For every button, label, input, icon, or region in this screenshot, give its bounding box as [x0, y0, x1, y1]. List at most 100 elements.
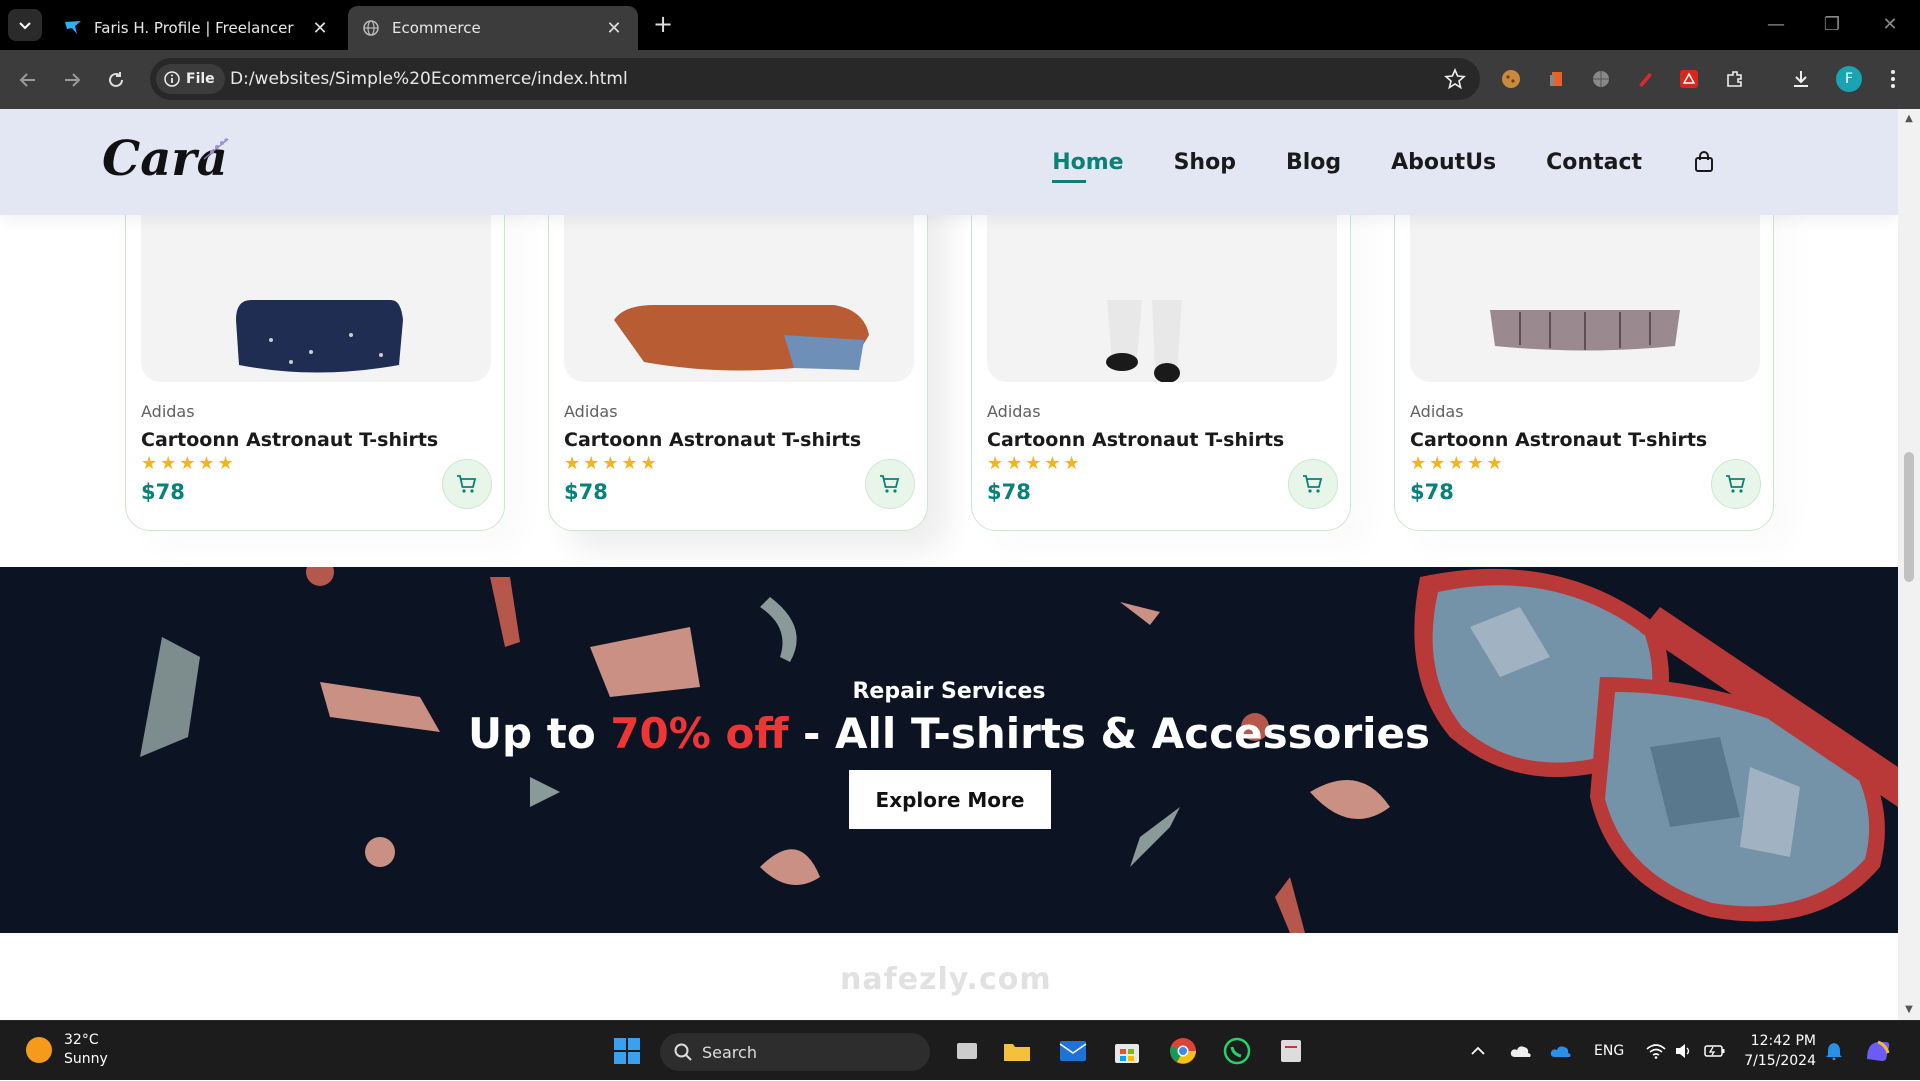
extension-icon[interactable] — [1544, 66, 1570, 92]
taskbar-search[interactable]: Search — [660, 1033, 930, 1071]
system-clock[interactable]: 12:42 PM 7/15/2024 — [1742, 1031, 1816, 1071]
cloud-icon[interactable] — [1510, 1021, 1532, 1081]
show-hidden-icons[interactable] — [1470, 1021, 1486, 1081]
reload-button[interactable] — [100, 64, 132, 96]
search-icon — [674, 1043, 692, 1061]
scroll-down-icon[interactable]: ▼ — [1904, 1004, 1914, 1015]
download-icon[interactable] — [1788, 66, 1814, 92]
watermark-text: nafezly.com — [840, 962, 1052, 997]
cookie-extension-icon[interactable] — [1498, 66, 1524, 92]
tab-title: Ecommerce — [392, 19, 481, 37]
product-brand: Adidas — [987, 402, 1041, 421]
search-label: Search — [702, 1042, 757, 1062]
product-price: $78 — [141, 480, 185, 504]
reload-icon — [109, 72, 123, 87]
restore-icon[interactable]: ❐ — [1812, 10, 1852, 40]
close-window-icon[interactable]: ✕ — [1870, 10, 1910, 40]
site-logo[interactable]: Cara — [102, 131, 229, 187]
product-brand: Adidas — [1410, 402, 1464, 421]
tab-title: Faris H. Profile | Freelancer — [94, 19, 294, 37]
add-to-cart-button[interactable] — [865, 459, 915, 509]
product-rating-stars: ★★★★★ — [987, 453, 1083, 474]
page-scrollbar[interactable]: ▲ ▼ — [1898, 109, 1920, 1020]
profile-avatar[interactable]: F — [1836, 66, 1862, 92]
nav-home[interactable]: Home — [1052, 150, 1124, 183]
menu-kebab-icon[interactable] — [1880, 66, 1906, 92]
whatsapp-icon[interactable] — [1220, 1034, 1254, 1068]
chrome-icon[interactable] — [1166, 1034, 1200, 1068]
task-view-icon[interactable] — [950, 1034, 984, 1068]
add-to-cart-button[interactable] — [1288, 459, 1338, 509]
page-viewport: Adidas Cartoonn Astronaut T-shirts ★★★★★… — [0, 109, 1898, 1020]
clock-date: 7/15/2024 — [1744, 1053, 1816, 1069]
scrollbar-thumb[interactable] — [1904, 452, 1914, 582]
close-tab-icon[interactable]: ✕ — [604, 18, 624, 39]
pdf-extension-icon[interactable] — [1676, 66, 1702, 92]
product-rating-stars: ★★★★★ — [141, 453, 237, 474]
mail-icon[interactable] — [1056, 1034, 1090, 1068]
browser-toolbar: File D:/websites/Simple%20Ecommerce/inde… — [0, 50, 1920, 109]
weather-description: Sunny — [64, 1051, 108, 1067]
nav-aboutus[interactable]: AboutUs — [1391, 150, 1496, 175]
site-info-chip[interactable]: File — [156, 64, 225, 94]
product-brand: Adidas — [564, 402, 618, 421]
explore-more-button[interactable]: Explore More — [849, 770, 1051, 829]
volume-icon[interactable] — [1674, 1021, 1694, 1081]
nav-shop[interactable]: Shop — [1174, 150, 1236, 175]
address-bar[interactable]: File D:/websites/Simple%20Ecommerce/inde… — [150, 58, 1480, 100]
nav-blog[interactable]: Blog — [1286, 150, 1341, 175]
app-icon[interactable] — [1274, 1034, 1308, 1068]
lavender-sprig-icon — [203, 138, 229, 160]
promo-banner: Repair Services Up to 70% off - All T-sh… — [0, 567, 1898, 933]
bookmark-star-icon[interactable] — [1444, 67, 1466, 94]
add-to-cart-button[interactable] — [1711, 459, 1761, 509]
nav-contact[interactable]: Contact — [1546, 150, 1642, 175]
pen-extension-icon[interactable] — [1632, 66, 1658, 92]
product-rating-stars: ★★★★★ — [1410, 453, 1506, 474]
back-button[interactable] — [12, 64, 44, 96]
tab-ecommerce[interactable]: Ecommerce ✕ — [348, 6, 638, 50]
sun-icon — [26, 1037, 52, 1063]
chip-label: File — [186, 71, 215, 87]
cart-icon — [1303, 475, 1323, 493]
cart-icon — [1726, 475, 1746, 493]
info-icon — [164, 71, 180, 87]
windows-start-icon[interactable] — [610, 1034, 644, 1068]
product-name: Cartoonn Astronaut T-shirts — [1410, 429, 1708, 451]
arrow-right-icon — [65, 73, 81, 87]
tab-search-button[interactable] — [8, 9, 42, 41]
shopping-bag-icon[interactable] — [1692, 150, 1716, 174]
forward-button[interactable] — [56, 64, 88, 96]
globe-extension-icon[interactable] — [1588, 66, 1614, 92]
language-indicator[interactable]: ENG — [1594, 1021, 1624, 1081]
clock-time: 12:42 PM — [1750, 1033, 1816, 1049]
product-rating-stars: ★★★★★ — [564, 453, 660, 474]
minimize-icon[interactable]: — — [1756, 10, 1796, 40]
weather-temperature: 32°C — [64, 1032, 99, 1048]
wifi-icon[interactable] — [1646, 1021, 1666, 1081]
battery-icon[interactable] — [1704, 1021, 1726, 1081]
add-to-cart-button[interactable] — [442, 459, 492, 509]
scroll-up-icon[interactable]: ▲ — [1904, 113, 1914, 124]
product-name: Cartoonn Astronaut T-shirts — [987, 429, 1285, 451]
banner-title-highlight: 70% off — [610, 709, 789, 758]
puzzle-extensions-icon[interactable] — [1722, 66, 1748, 92]
product-name: Cartoonn Astronaut T-shirts — [564, 429, 862, 451]
tab-freelancer[interactable]: Faris H. Profile | Freelancer ✕ — [50, 6, 344, 50]
close-tab-icon[interactable]: ✕ — [310, 18, 330, 39]
banner-title: Up to 70% off - All T-shirts & Accessori… — [0, 709, 1898, 758]
banner-content: Repair Services Up to 70% off - All T-sh… — [0, 567, 1898, 933]
banner-title-prefix: Up to — [467, 709, 611, 758]
file-explorer-icon[interactable] — [1000, 1034, 1034, 1068]
browser-tab-bar: Faris H. Profile | Freelancer ✕ Ecommerc… — [0, 0, 1920, 50]
weather-widget[interactable]: 32°C Sunny — [26, 1031, 108, 1069]
new-tab-button[interactable]: + — [648, 10, 678, 40]
notification-bell-icon[interactable] — [1826, 1021, 1842, 1081]
microsoft-store-icon[interactable] — [1110, 1034, 1144, 1068]
onedrive-icon[interactable] — [1550, 1021, 1572, 1081]
url-text[interactable]: D:/websites/Simple%20Ecommerce/index.htm… — [230, 58, 628, 100]
copilot-icon[interactable] — [1864, 1021, 1892, 1081]
product-name: Cartoonn Astronaut T-shirts — [141, 429, 439, 451]
product-price: $78 — [987, 480, 1031, 504]
cart-icon — [880, 475, 900, 493]
